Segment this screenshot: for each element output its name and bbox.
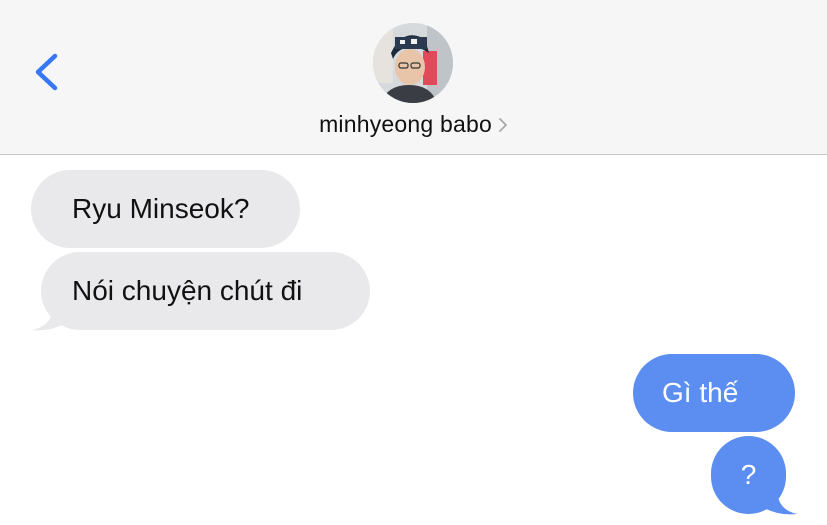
- avatar-photo: [373, 23, 453, 103]
- message-text: ?: [740, 459, 757, 490]
- message-text: Gì thế: [662, 377, 739, 408]
- message-text: Ryu Minseok?: [72, 193, 250, 224]
- message-bubble-outgoing[interactable]: ?: [711, 436, 786, 514]
- message-bubble-incoming[interactable]: Ryu Minseok?: [31, 170, 300, 248]
- contact-name: minhyeong babo: [319, 111, 492, 138]
- message-bubble-outgoing[interactable]: Gì thế: [633, 354, 795, 432]
- chevron-left-icon: [35, 53, 58, 91]
- conversation-header: minhyeong babo: [0, 0, 827, 155]
- contact-avatar[interactable]: [373, 23, 453, 103]
- contact-name-button[interactable]: minhyeong babo: [0, 110, 827, 138]
- conversation-screen: minhyeong babo Ryu Minseok? Nói chuyện c…: [0, 0, 827, 525]
- message-bubble-incoming[interactable]: Nói chuyện chút đi: [41, 252, 370, 330]
- chevron-right-icon: [499, 118, 507, 132]
- back-button[interactable]: [28, 50, 68, 94]
- message-text: Nói chuyện chút đi: [72, 275, 303, 306]
